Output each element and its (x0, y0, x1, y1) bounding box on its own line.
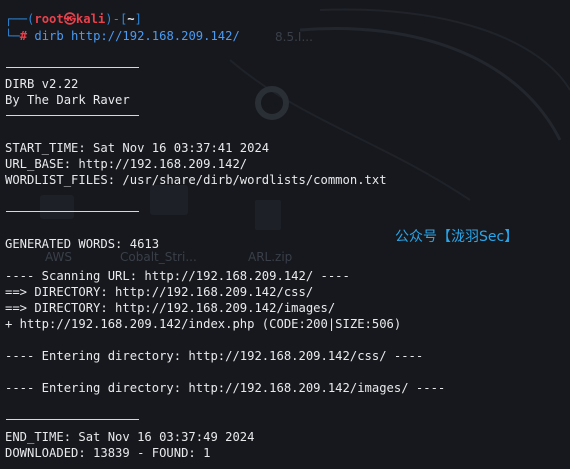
entering-css: ---- Entering directory: http://192.168.… (5, 349, 424, 363)
prompt-hash: # (19, 29, 28, 43)
command-line: └─# dirb http://192.168.209.142/ (5, 28, 240, 44)
prompt-host: kali (75, 12, 106, 26)
prompt-frame-bottom: └─ (5, 29, 20, 43)
end-time: END_TIME: Sat Nov 16 03:37:49 2024 (5, 430, 255, 444)
url-base: URL_BASE: http://192.168.209.142/ (5, 157, 248, 171)
directory-css: ==> DIRECTORY: http://192.168.209.142/cs… (5, 285, 314, 299)
wordlist-files: WORDLIST_FILES: /usr/share/dirb/wordlist… (5, 173, 387, 187)
separator-rule (6, 67, 139, 68)
found-file: + http://192.168.209.142/index.php (CODE… (5, 317, 402, 331)
start-time: START_TIME: Sat Nov 16 03:37:41 2024 (5, 141, 270, 155)
prompt-cwd: ~ (127, 12, 135, 26)
command-text: dirb http://192.168.209.142/ (34, 29, 240, 43)
downloaded-summary: DOWNLOADED: 13839 - FOUND: 1 (5, 446, 211, 460)
prompt-frame-right: ] (134, 12, 142, 26)
banner-version: DIRB v2.22 (5, 77, 79, 91)
banner-author: By The Dark Raver (5, 93, 130, 107)
entering-images: ---- Entering directory: http://192.168.… (5, 381, 446, 395)
separator-rule (6, 115, 139, 116)
generated-words: GENERATED WORDS: 4613 (5, 237, 160, 251)
watermark-text: 公众号【泷羽Sec】 (395, 229, 519, 245)
separator-rule (6, 419, 139, 420)
scanning-url: ---- Scanning URL: http://192.168.209.14… (5, 269, 350, 283)
prompt-frame-left: ┌──( (5, 12, 35, 26)
separator-rule (6, 211, 139, 212)
directory-images: ==> DIRECTORY: http://192.168.209.142/im… (5, 301, 336, 315)
prompt-user: root (34, 12, 64, 26)
prompt-skull-icon: ㉿ (63, 12, 76, 26)
prompt-line: ┌──(root㉿kali)-[~] (5, 11, 142, 27)
prompt-frame-mid: )-[ (105, 12, 128, 26)
